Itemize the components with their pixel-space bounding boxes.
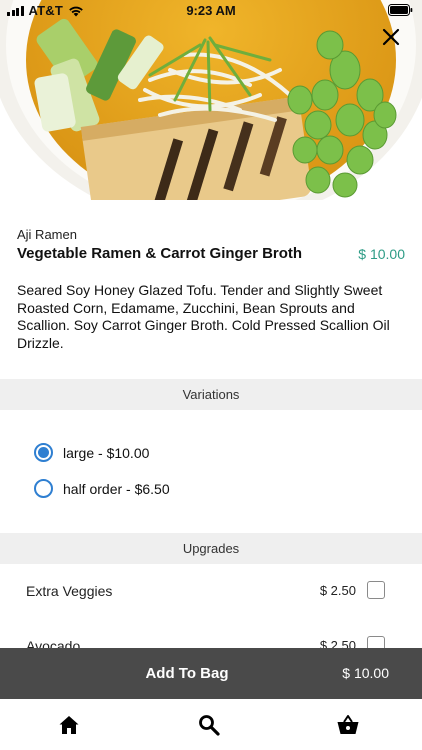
nav-home[interactable]	[57, 713, 81, 737]
variation-option-large[interactable]: large - $10.00	[34, 443, 149, 462]
add-to-bag-button[interactable]: Add To Bag $ 10.00	[0, 648, 422, 699]
variations-header: Variations	[0, 379, 422, 410]
upgrade-checkbox[interactable]	[367, 581, 385, 599]
upgrade-name: Extra Veggies	[26, 583, 113, 599]
bottom-nav	[0, 699, 422, 750]
item-description: Seared Soy Honey Glazed Tofu. Tender and…	[17, 282, 390, 351]
battery-icon	[388, 4, 413, 16]
variation-label: large - $10.00	[63, 444, 150, 461]
item-name: Vegetable Ramen & Carrot Ginger Broth	[17, 245, 303, 262]
home-icon	[59, 716, 79, 734]
variation-label: half order - $6.50	[63, 480, 170, 497]
item-price: $ 10.00	[358, 246, 405, 262]
status-time: 9:23 AM	[186, 3, 236, 18]
nav-search[interactable]	[197, 713, 221, 737]
hero-image	[0, 0, 422, 200]
restaurant-name: Aji Ramen	[17, 227, 77, 242]
close-button[interactable]	[378, 24, 404, 50]
radio-unselected-icon[interactable]	[34, 479, 53, 498]
add-to-bag-label: Add To Bag	[145, 665, 229, 682]
nav-basket[interactable]	[336, 713, 360, 737]
ramen-bowl-illustration	[0, 0, 422, 200]
radio-selected-icon[interactable]	[34, 443, 53, 462]
status-bar: AT&T 9:23 AM	[0, 0, 422, 21]
upgrades-header: Upgrades	[0, 533, 422, 564]
upgrade-price: $ 2.50	[319, 583, 356, 598]
variation-option-half[interactable]: half order - $6.50	[34, 479, 170, 498]
search-icon	[199, 715, 220, 736]
add-to-bag-price: $ 10.00	[342, 665, 389, 681]
basket-icon	[337, 715, 359, 734]
close-icon	[382, 28, 400, 46]
upgrade-row-extra-veggies[interactable]: Extra Veggies $ 2.50	[0, 571, 422, 611]
